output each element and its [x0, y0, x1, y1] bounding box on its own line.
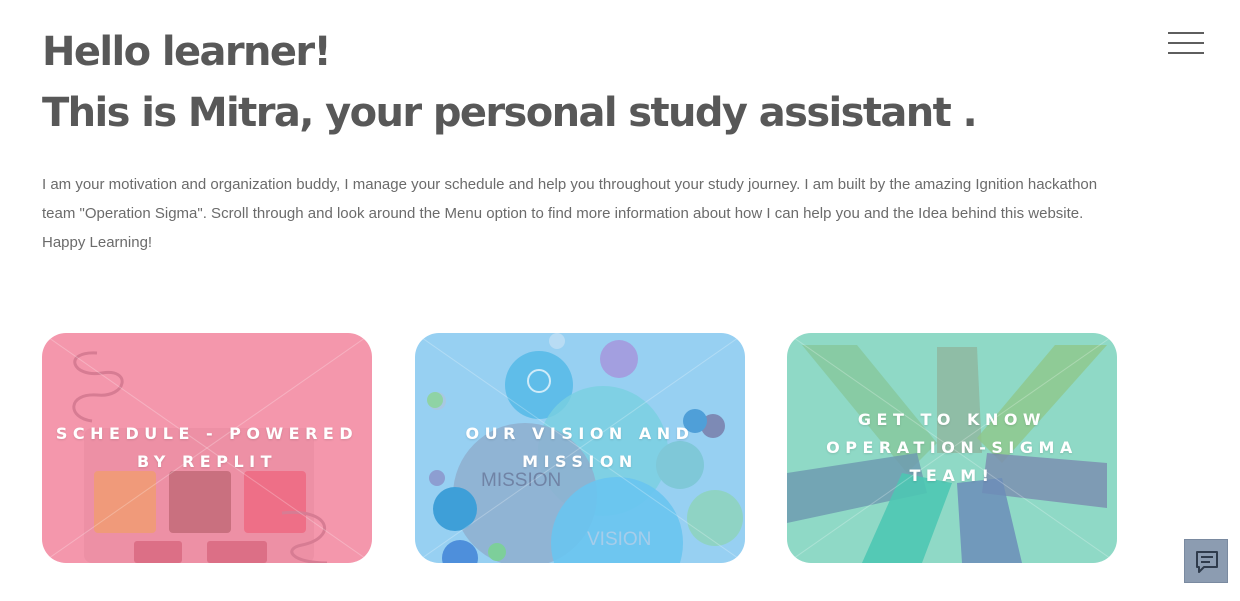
schedule-card[interactable]: SCHEDULE - POWERED BY REPLIT	[42, 333, 372, 563]
vision-art-text: VISION	[587, 529, 651, 550]
page-heading: Hello learner! This is Mitra, your perso…	[42, 22, 978, 144]
chat-icon	[1196, 551, 1218, 573]
menu-bar-middle	[1168, 42, 1204, 44]
chat-button[interactable]	[1184, 539, 1228, 583]
team-card[interactable]: GET TO KNOW OPERATION-SIGMA TEAM!	[787, 333, 1117, 563]
schedule-card-label: SCHEDULE - POWERED BY REPLIT	[55, 424, 359, 471]
menu-bar-bottom	[1168, 52, 1204, 54]
intro-paragraph: I am your motivation and organization bu…	[42, 176, 1098, 251]
vision-mission-card-label: OUR VISION AND MISSION	[465, 424, 695, 471]
hamburger-menu-icon[interactable]	[1168, 32, 1204, 56]
menu-bar-top	[1168, 32, 1204, 34]
vision-mission-card[interactable]: MISSION VISION OUR VISION AND MISSION	[415, 333, 745, 563]
greeting-text: Hello learner!	[42, 29, 332, 75]
team-card-label: GET TO KNOW OPERATION-SIGMA TEAM!	[826, 410, 1078, 485]
page-title: This is Mitra, your personal study assis…	[42, 90, 978, 136]
